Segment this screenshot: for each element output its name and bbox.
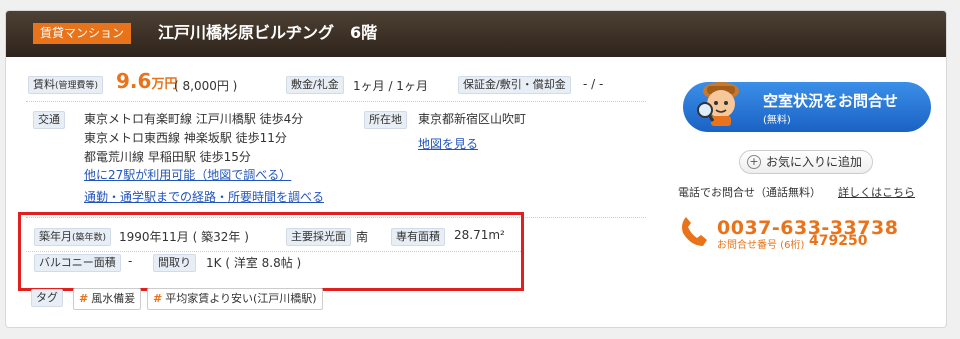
address-value: 東京都新宿区山吹町 <box>418 112 527 126</box>
property-header: 賃貸マンション 江戸川橋杉原ビルヂング 6階 <box>6 11 946 57</box>
access-label: 交通 <box>33 111 65 129</box>
property-title[interactable]: 江戸川橋杉原ビルヂング 6階 <box>158 20 377 46</box>
balcony-value: - <box>128 254 133 268</box>
deposit-label: 敷金/礼金 <box>286 76 344 94</box>
tag-item[interactable]: # 平均家賃より安い(江戸川橋駅) <box>147 288 323 310</box>
property-card: 賃貸マンション 江戸川橋杉原ビルヂング 6階 賃料(管理費等) 9.6万円 ( … <box>5 10 947 328</box>
inquiry-button-sublabel: (無料) <box>763 115 791 126</box>
rent-label: 賃料(管理費等) <box>28 76 104 94</box>
map-link[interactable]: 地図を見る <box>418 135 478 152</box>
inquiry-number-label: お問合せ番号 (6桁) <box>717 240 805 251</box>
divider <box>26 251 521 252</box>
area-value: 28.71m² <box>454 228 505 242</box>
add-favorite-label: お気に入りに追加 <box>766 155 863 169</box>
detective-mascot-icon <box>697 82 739 126</box>
divider <box>26 101 646 102</box>
built-label: 築年月(築年数) <box>34 228 112 246</box>
lighting-label: 主要採光面 <box>286 228 351 246</box>
access-line-3: 都電荒川線 早稲田駅 徒歩15分 <box>84 150 251 164</box>
category-badge: 賃貸マンション <box>33 23 132 44</box>
lighting-value: 南 <box>356 230 369 244</box>
management-fee: ( 8,000円 ) <box>174 79 238 93</box>
inquiry-number: 479250 <box>809 233 868 249</box>
access-line-1: 東京メトロ有楽町線 江戸川橋駅 徒歩4分 <box>84 112 304 126</box>
details-link[interactable]: 詳しくはこちら <box>838 184 915 200</box>
area-label: 専有面積 <box>391 228 445 246</box>
access-line-2: 東京メトロ東西線 神楽坂駅 徒歩11分 <box>84 131 287 145</box>
address-label: 所在地 <box>364 111 407 129</box>
tag-item[interactable]: # 風水備爰 <box>73 288 142 310</box>
balcony-label: バルコニー面積 <box>34 254 121 272</box>
inquiry-button-label: 空室状況をお問合せ <box>763 92 899 110</box>
tags-label: タグ <box>31 289 63 307</box>
route-search-link[interactable]: 通勤・通学駅までの経路・所要時間を調べる <box>84 188 324 205</box>
deposit-value: 1ヶ月 / 1ヶ月 <box>353 79 428 93</box>
layout-label: 間取り <box>153 254 196 272</box>
inquiry-button[interactable]: 空室状況をお問合せ (無料) <box>683 82 931 132</box>
more-stations-link[interactable]: 他に27駅が利用可能（地図で調べる） <box>84 166 291 183</box>
guarantee-label: 保証金/敷引・償却金 <box>458 76 571 94</box>
rent-value: 9.6万円 <box>116 69 178 93</box>
guarantee-value: - / - <box>583 77 604 91</box>
phone-icon <box>682 217 707 246</box>
phone-label: 電話でお問合せ（通話無料） <box>678 186 821 199</box>
plus-icon: + <box>747 155 761 169</box>
add-favorite-button[interactable]: + お気に入りに追加 <box>739 150 873 174</box>
built-value: 1990年11月 ( 築32年 ) <box>119 230 249 244</box>
layout-value: 1K ( 洋室 8.8帖 ) <box>206 256 302 270</box>
